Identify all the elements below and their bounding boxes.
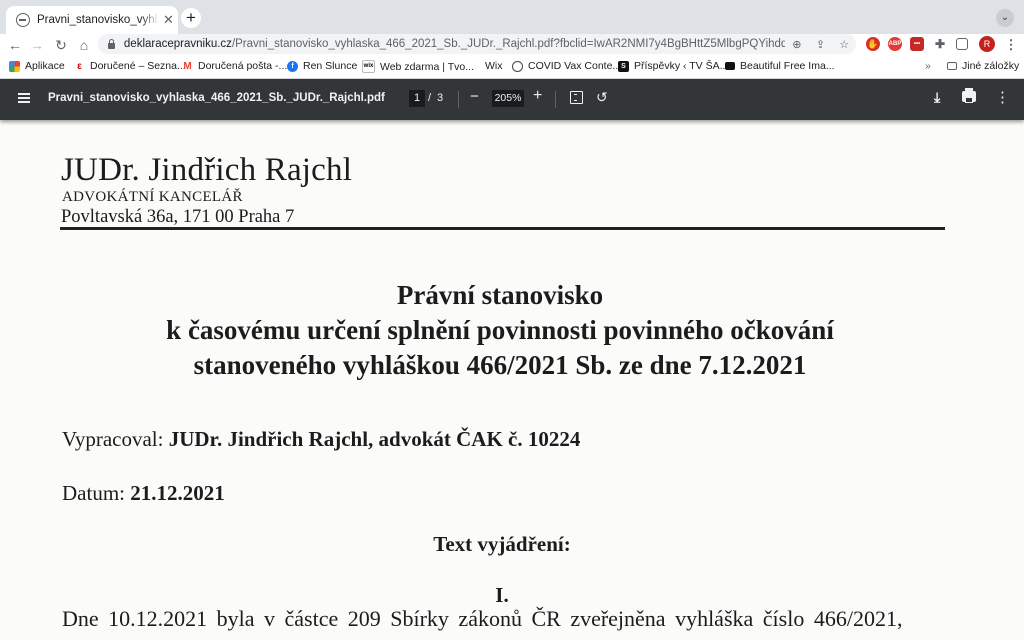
unsplash-icon [725, 62, 735, 70]
zoom-icon[interactable]: ⊕ [785, 38, 809, 51]
new-tab-button[interactable]: + [181, 8, 201, 28]
page-separator: / [428, 92, 432, 104]
bookmark-star-icon[interactable]: ☆ [832, 38, 856, 51]
bookmark-label: Wix [485, 60, 503, 72]
facebook-icon: f [287, 60, 298, 72]
url-domain: deklaracepravniku.cz [123, 38, 232, 50]
browser-tab[interactable]: Pravni_stanovisko_vyhlaska_466_2021_Sb._… [6, 6, 178, 34]
letterhead-address: Povltavská 36a, 171 00 Praha 7 [61, 207, 295, 227]
bookmark-prispevky[interactable]: S Příspěvky ‹ TV ŠA... [618, 60, 728, 72]
document-title: Právní stanovisko [396, 280, 604, 310]
stop-extension-icon[interactable]: ✋ [866, 37, 880, 51]
zoom-input[interactable]: 205% [492, 90, 524, 107]
paragraph-text: Dne 10.12.2021 byla v částce 209 Sbírky … [62, 606, 903, 631]
bookmark-label: COVID Vax Conte... [528, 60, 622, 72]
fit-to-page-icon[interactable] [570, 91, 583, 104]
pdf-page: JUDr. Jindřich Rajchl ADVOKÁTNÍ KANCELÁŘ… [0, 120, 1024, 640]
bookmark-label: Doručená pošta -... [198, 60, 288, 72]
section-number: I. [495, 583, 509, 607]
share-icon[interactable]: ⇪ [809, 38, 833, 51]
page-number-input[interactable]: 1 [409, 90, 425, 107]
pdf-filename: Pravni_stanovisko_vyhlaska_466_2021_Sb._… [48, 92, 385, 104]
puzzle-extensions-icon[interactable]: ✚ [933, 37, 947, 51]
date-label: Datum: [62, 481, 125, 505]
tab-search-chevron-icon[interactable]: ⌄ [996, 9, 1014, 27]
bookmark-wix[interactable]: Wix [485, 60, 503, 72]
print-icon[interactable] [962, 88, 976, 103]
bookmark-label: Web zdarma | Tvo... [380, 60, 474, 73]
document-date: Datum: 21.12.2021 [62, 481, 225, 506]
document-title-line3: stanoveného vyhláškou 466/2021 Sb. ze dn… [193, 350, 807, 380]
tab-strip: Pravni_stanovisko_vyhlaska_466_2021_Sb._… [0, 0, 1024, 34]
url-path: /Pravni_stanovisko_vyhlaska_466_2021_Sb.… [231, 38, 785, 50]
gmail-icon: M [183, 60, 192, 72]
page-total: 3 [437, 92, 444, 104]
bookmark-covid[interactable]: COVID Vax Conte... [512, 60, 621, 72]
apps-grid-icon [9, 60, 20, 72]
hamburger-menu-icon[interactable] [18, 93, 30, 103]
forward-arrow-icon[interactable]: → [28, 36, 46, 54]
bookmark-label: Ren Slunce [303, 60, 358, 72]
bookmark-aplikace[interactable]: Aplikace [9, 60, 65, 72]
squarespace-icon: S [618, 60, 629, 72]
toolbar-divider [458, 91, 459, 108]
prepared-value: JUDr. Jindřich Rajchl, advokát ČAK č. 10… [168, 427, 581, 451]
prepared-label: Vypracoval: [62, 427, 164, 451]
bookmark-gmail[interactable]: M Doručená pošta -... [182, 60, 287, 72]
toolbar-divider [555, 91, 556, 108]
browser-toolbar: ← → ↻ ⌂ deklaracepravniku.cz/Pravni_stan… [0, 34, 1024, 56]
other-bookmarks[interactable]: Jiné záložky [947, 60, 1019, 72]
section-heading: Text vyjádření: [433, 532, 571, 556]
date-value: 21.12.2021 [130, 481, 225, 505]
spinner-icon [512, 60, 523, 72]
bookmarks-bar: Aplikace ε Doručené – Sezna... M Doručená … [0, 56, 1024, 79]
zoom-in-button[interactable]: + [533, 87, 542, 105]
globe-icon [16, 13, 30, 27]
bookmark-label: Beautiful Free Ima... [740, 60, 835, 72]
more-options-icon[interactable]: ⋮ [995, 88, 1010, 106]
letterhead-subtitle: ADVOKÁTNÍ KANCELÁŘ [62, 189, 243, 205]
bookmarks-overflow-button[interactable]: » [925, 60, 931, 72]
seznam-icon: ε [77, 60, 82, 72]
url-text[interactable]: deklaracepravniku.cz/Pravni_stanovisko_v… [124, 38, 785, 50]
letterhead-name: JUDr. Jindřich Rajchl [61, 152, 353, 188]
extension-red-icon[interactable]: ••• [910, 37, 924, 51]
address-bar[interactable]: deklaracepravniku.cz/Pravni_stanovisko_v… [98, 34, 856, 54]
prepared-by: Vypracoval: JUDr. Jindřich Rajchl, advok… [62, 427, 580, 452]
letterhead-rule [60, 227, 945, 230]
document-title-line2: k časovému určení splnění povinnosti pov… [166, 315, 834, 345]
zoom-out-button[interactable]: − [470, 88, 479, 105]
side-panel-icon[interactable] [956, 38, 968, 50]
bookmark-label: Příspěvky ‹ TV ŠA... [634, 60, 729, 72]
pdf-toolbar: Pravni_stanovisko_vyhlaska_466_2021_Sb._… [0, 79, 1024, 120]
bookmark-beautiful[interactable]: Beautiful Free Ima... [725, 60, 835, 72]
browser-menu-icon[interactable]: ⋮ [1002, 36, 1020, 54]
lock-icon[interactable] [108, 39, 115, 49]
close-tab-icon[interactable]: ✕ [163, 12, 174, 28]
folder-icon [947, 62, 957, 70]
bookmark-label: Doručené – Sezna... [90, 60, 186, 72]
tab-title: Pravni_stanovisko_vyhlaska_466_2021_Sb._… [37, 14, 159, 26]
profile-avatar[interactable]: R [979, 36, 995, 52]
reload-icon[interactable]: ↻ [52, 36, 70, 54]
bookmark-ren-slunce[interactable]: f Ren Slunce [287, 60, 357, 72]
bookmark-web-zdarma[interactable]: wix Web zdarma | Tvo... [362, 60, 474, 73]
home-icon[interactable]: ⌂ [75, 36, 93, 54]
adblock-icon[interactable]: ABP [888, 37, 902, 51]
back-arrow-icon[interactable]: ← [6, 36, 24, 54]
bookmark-label: Jiné záložky [962, 60, 1020, 72]
bookmark-seznam[interactable]: ε Doručené – Sezna... [74, 60, 186, 72]
bookmark-label: Aplikace [25, 60, 65, 72]
rotate-icon[interactable]: ↺ [596, 89, 608, 106]
download-icon[interactable]: ⤓ [934, 89, 940, 106]
wix-icon: wix [362, 60, 375, 73]
